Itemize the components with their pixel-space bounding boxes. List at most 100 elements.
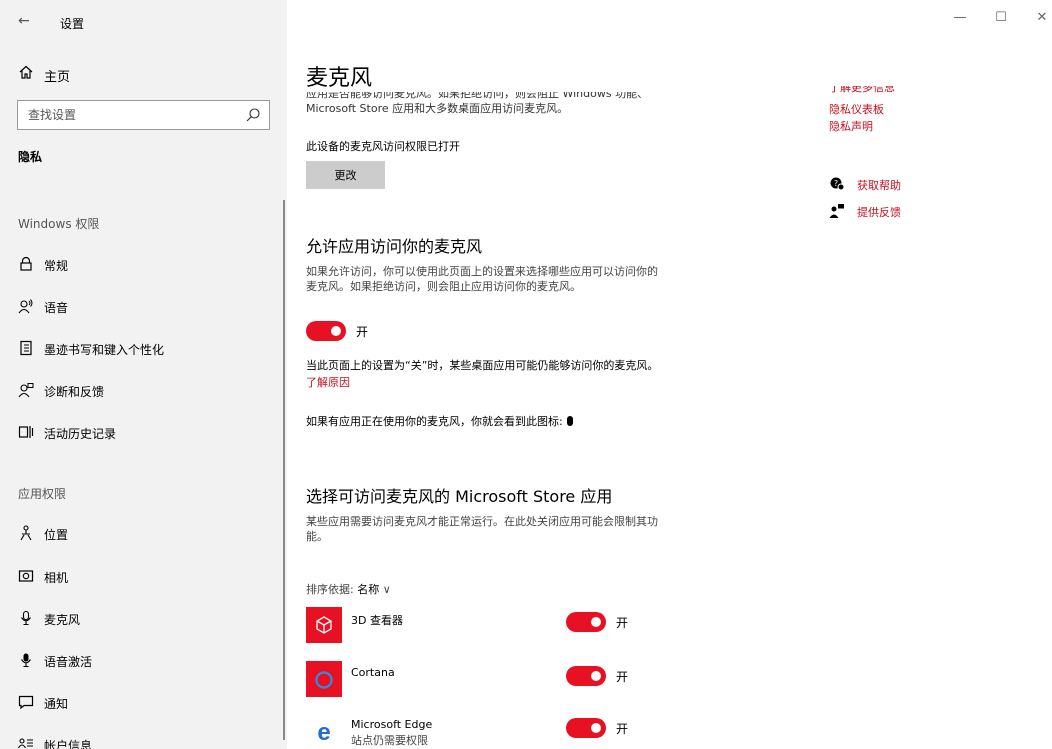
sidebar-item-label: 语音激活 <box>44 655 93 669</box>
sidebar-item-location[interactable]: 位置 <box>0 516 282 550</box>
app-toggle-cortana[interactable] <box>566 666 606 686</box>
feedback-person-icon <box>18 383 34 398</box>
sidebar-item-diagnostics[interactable]: 诊断和反馈 <box>0 373 282 407</box>
in-use-icon-note: 如果有应用正在使用你的麦克风，你就会看到此图标: <box>306 414 573 429</box>
search-box[interactable] <box>17 100 270 130</box>
svg-text:e: e <box>317 719 330 746</box>
edge-icon: e <box>306 713 342 749</box>
title-bar: ← 设置 <box>0 0 287 44</box>
sidebar-item-home[interactable]: 主页 <box>0 58 287 90</box>
app-toggle-3d-viewer[interactable] <box>566 612 606 632</box>
group-label-windows-permissions: Windows 权限 <box>18 217 100 231</box>
app-title: 设置 <box>60 17 85 31</box>
allow-apps-toggle[interactable] <box>306 321 346 341</box>
sidebar-item-account-info[interactable]: 帐户信息 <box>0 727 282 749</box>
group-label-app-permissions: 应用权限 <box>18 487 67 501</box>
current-section-heading: 隐私 <box>18 150 43 164</box>
sidebar-item-label: 位置 <box>44 528 69 542</box>
microphone-in-use-icon <box>566 416 573 426</box>
clipped-link-container: 了解更多信息 <box>829 86 949 94</box>
sidebar-item-label: 诊断和反馈 <box>44 385 105 399</box>
app-name: Cortana <box>351 666 395 679</box>
microphone-icon <box>21 610 31 626</box>
sidebar-item-general[interactable]: 常规 <box>0 247 282 281</box>
maximize-button[interactable]: ☐ <box>991 10 1011 25</box>
lock-icon <box>20 256 32 271</box>
camera-icon <box>18 570 34 582</box>
sidebar-item-microphone[interactable]: 麦克风 <box>0 601 282 635</box>
page-title: 麦克风 <box>306 60 381 92</box>
sidebar-item-label: 帐户信息 <box>44 739 93 749</box>
choose-apps-heading: 选择可访问麦克风的 Microsoft Store 应用 <box>306 487 613 506</box>
give-feedback-label: 提供反馈 <box>857 206 901 219</box>
clipped-description: 应用是否能够访问麦克风。如果拒绝访问，则会阻止 Windows 功能、 Micr… <box>306 92 726 122</box>
allow-apps-description: 如果允许访问，你可以使用此页面上的设置来选择哪些应用可以访问你的 麦克风。如果拒… <box>306 264 658 294</box>
sidebar-item-voice-activation[interactable]: 语音激活 <box>0 643 282 677</box>
3d-viewer-icon <box>306 607 342 643</box>
app-toggle-state: 开 <box>616 722 629 736</box>
feedback-icon <box>829 204 844 218</box>
app-row-cortana: Cortana 开 <box>306 661 706 701</box>
get-help-label: 获取帮助 <box>857 179 901 192</box>
close-button[interactable]: ✕ <box>1032 10 1052 25</box>
sidebar-item-label: 墨迹书写和键入个性化 <box>44 343 165 357</box>
privacy-statement-link[interactable]: 隐私声明 <box>829 118 873 134</box>
app-name: 3D 查看器 <box>351 614 403 627</box>
back-arrow-icon[interactable]: ← <box>18 13 30 29</box>
sidebar-item-label: 常规 <box>44 259 69 273</box>
app-toggle-microsoft-edge[interactable] <box>566 718 606 738</box>
clipped-description-line: Microsoft Store 应用和大多数桌面应用访问麦克风。 <box>306 102 569 115</box>
account-info-icon <box>18 738 33 749</box>
sidebar-item-label: 语音 <box>44 301 69 315</box>
microphone-filled-icon <box>21 653 31 668</box>
app-toggle-state: 开 <box>616 670 629 684</box>
learn-more-link[interactable]: 了解更多信息 <box>829 86 895 94</box>
cortana-icon <box>306 661 342 697</box>
sidebar-item-camera[interactable]: 相机 <box>0 559 282 593</box>
sort-label: 排序依据: <box>306 583 354 596</box>
chevron-down-icon: ∨ <box>382 583 391 596</box>
sidebar: ← 设置 主页 隐私 Windows 权限 常规 语音 <box>0 0 287 749</box>
app-subtitle: 站点仍需要权限 <box>351 734 428 747</box>
description-line: 如果允许访问，你可以使用此页面上的设置来选择哪些应用可以访问你的 <box>306 265 658 278</box>
description-line: 某些应用需要访问麦克风才能正常运行。在此处关闭应用可能会限制其功 <box>306 515 658 528</box>
location-person-icon <box>20 525 32 541</box>
sidebar-scrollbar[interactable] <box>283 200 285 740</box>
app-row-3d-viewer: 3D 查看器 开 <box>306 607 706 647</box>
timeline-icon <box>18 426 34 438</box>
sidebar-item-label: 麦克风 <box>44 613 81 627</box>
description-line: 能。 <box>306 530 328 543</box>
sidebar-item-label: 主页 <box>44 70 71 85</box>
help-chat-icon: ? <box>830 177 845 191</box>
search-input[interactable] <box>28 106 238 124</box>
device-status-text: 此设备的麦克风访问权限已打开 <box>306 140 460 153</box>
sort-dropdown[interactable]: 排序依据: 名称 ∨ <box>306 581 391 597</box>
svg-text:?: ? <box>834 179 838 188</box>
sidebar-item-label: 相机 <box>44 571 69 585</box>
learn-why-link[interactable]: 了解原因 <box>306 374 350 390</box>
sidebar-item-label: 通知 <box>44 697 69 711</box>
app-name: Microsoft Edge <box>351 718 433 731</box>
search-icon[interactable] <box>245 107 261 123</box>
notebook-icon <box>20 340 32 356</box>
sidebar-item-inking[interactable]: 墨迹书写和键入个性化 <box>0 331 282 365</box>
sidebar-item-activity-history[interactable]: 活动历史记录 <box>0 415 282 449</box>
allow-apps-heading: 允许应用访问你的麦克风 <box>306 237 483 256</box>
app-row-microsoft-edge: e Microsoft Edge 站点仍需要权限 开 <box>306 713 706 749</box>
privacy-dashboard-link[interactable]: 隐私仪表板 <box>829 101 884 117</box>
clipped-description-line: 应用是否能够访问麦克风。如果拒绝访问，则会阻止 Windows 功能、 <box>306 92 649 100</box>
change-button[interactable]: 更改 <box>306 161 385 189</box>
desktop-apps-note: 当此页面上的设置为“关”时，某些桌面应用可能仍能够访问你的麦克风。 <box>306 359 659 372</box>
in-use-icon-note-text: 如果有应用正在使用你的麦克风，你就会看到此图标: <box>306 415 563 428</box>
allow-apps-toggle-state: 开 <box>356 325 369 339</box>
home-icon <box>19 65 33 79</box>
minimize-button[interactable]: — <box>950 10 970 25</box>
sidebar-item-notifications[interactable]: 通知 <box>0 685 282 719</box>
sidebar-item-speech[interactable]: 语音 <box>0 289 282 323</box>
notification-icon <box>18 695 34 710</box>
speech-icon <box>18 299 33 314</box>
description-line: 麦克风。如果拒绝访问，则会阻止应用访问你的麦克风。 <box>306 280 581 293</box>
app-toggle-state: 开 <box>616 616 629 630</box>
sidebar-item-label: 活动历史记录 <box>44 427 117 441</box>
sort-value: 名称 <box>357 583 380 596</box>
